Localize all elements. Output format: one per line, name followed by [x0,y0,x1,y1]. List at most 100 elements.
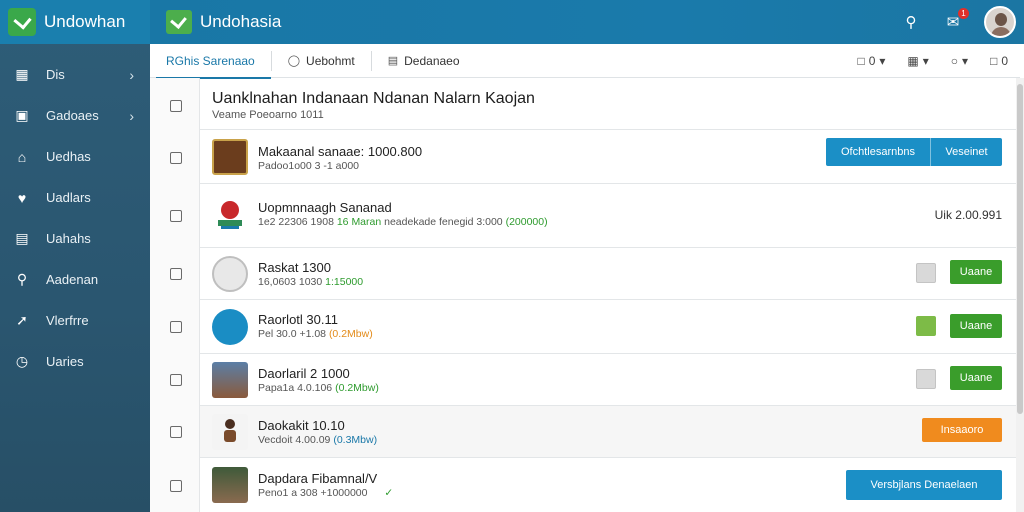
more-tool[interactable]: □ 0 [990,54,1008,68]
primary-action-button[interactable]: Ofchtlesarnbns [826,138,930,166]
clock-icon: ◷ [15,353,29,369]
status-checkbox[interactable] [916,369,936,389]
list-item[interactable]: Uopmnnaagh Sananad 1e2 22306 1908 16 Mar… [170,184,1016,248]
action-button[interactable]: Insaaoro [922,418,1002,442]
item-meta-2: neadekade fenegid 3:000 [384,216,503,228]
sidebar-item-aadenan[interactable]: ⚲ Aadenan [0,259,150,300]
item-tag: (0.2Mbw) [328,328,373,340]
app-logo-icon [8,8,36,36]
check-icon: ✓ [384,487,394,499]
item-thumbnail [212,467,248,503]
tab-label: Dedanaeo [404,53,460,68]
row-checkbox[interactable] [170,268,182,280]
row-gutter [150,78,200,512]
comment-icon: ○ [950,54,959,68]
layout-dropdown[interactable]: ▦ ▾ [907,54,928,68]
item-meta: 1e2 22306 1908 [258,216,334,228]
grid-icon: ▦ [907,54,919,68]
item-thumbnail [212,256,248,292]
sidebar-item-label: Uahahs [46,231,91,246]
sidebar-item-vlerfrre[interactable]: ➚ Vlerfrre [0,300,150,341]
comments-dropdown[interactable]: ○ ▾ [951,54,968,68]
item-subtitle: Pel 30.0 +1.08 (0.2Mbw) [258,328,373,340]
item-price: Uik 2.00.991 [934,208,1002,222]
user-search-icon[interactable]: ⚲ [900,11,922,33]
item-title: Daorlaril 2 1000 [258,366,350,381]
tab-dedanaeo[interactable]: ▤ Dedanaeo [372,44,476,78]
item-subtitle: Papa1a 4.0.106 (0.2Mbw) [258,382,379,394]
topbar-actions: ⚲ ✉ 1 [900,0,1024,44]
split-action: Ofchtlesarnbns Veseinet [826,138,1002,166]
list-item[interactable]: Raorlotl 30.11 Pel 30.0 +1.08 (0.2Mbw) U… [170,300,1016,354]
action-button[interactable]: Uaane [950,260,1002,284]
row-checkbox[interactable] [170,480,182,492]
row-checkbox[interactable] [170,426,182,438]
list-item[interactable]: Dapdara Fibamnal/V Peno1 a 308 +1000000 … [170,458,1016,512]
app-logo-icon[interactable] [166,10,192,34]
sidebar-item-uaries[interactable]: ◷ Uaries [0,341,150,382]
emblem-icon [218,201,242,229]
chevron-down-icon: ▾ [879,54,886,68]
chevron-down-icon: ▾ [962,54,969,68]
sidebar-item-label: Uedhas [46,149,91,164]
tool-value: 0 [868,54,876,68]
app-title: Undohasia [200,12,282,31]
list-item[interactable]: Daorlaril 2 1000 Papa1a 4.0.106 (0.2Mbw)… [170,354,1016,406]
list-item[interactable]: Makaanal sanaae: 1000.800 Padoo1o00 3 -1… [170,130,1016,184]
item-meta: 16,0603 1030 [258,276,323,288]
chevron-right-icon: › [129,107,134,124]
sidebar-item-uadlars[interactable]: ♥ Uadlars [0,177,150,218]
tab-overview[interactable]: RGhis Sarenaao [150,44,271,79]
scrollbar[interactable] [1016,78,1024,512]
search-icon: ⚲ [16,271,28,287]
item-tag-2: (200000) [505,216,548,228]
sidebar-item-uahahs[interactable]: ▤ Uahahs [0,218,150,259]
item-tag: 1:15000 [325,276,364,288]
item-title: Daokakit 10.10 [258,418,345,433]
chevron-down-icon: ▾ [922,54,929,68]
row-checkbox[interactable] [170,210,182,222]
action-button[interactable]: Uaane [950,314,1002,338]
item-tag: 16 Maran [336,216,382,228]
row-checkbox[interactable] [170,374,182,386]
status-checkbox[interactable] [916,263,936,283]
row-checkbox[interactable] [170,152,182,164]
list-item[interactable]: Raskat 1300 16,0603 1030 1:15000 Uaane [170,248,1016,300]
item-meta: Papa1a 4.0.106 [258,382,333,394]
action-button[interactable]: Versbjlans Denaelaen [846,470,1002,500]
sidebar-item-label: Uadlars [46,190,91,205]
bag-icon: ▣ [15,107,29,123]
sidebar-item-label: Dis [46,67,65,82]
tab-uebohmt[interactable]: ◯ Uebohmt [272,44,371,78]
brand-name: Undowhan [44,12,126,31]
sidebar-item-dis[interactable]: ▦ Dis › [0,54,150,95]
sidebar-brand[interactable]: Undowhan [0,0,150,44]
sidebar-item-label: Aadenan [46,272,99,287]
sidebar-item-label: Gadoaes [46,108,99,123]
item-subtitle: Peno1 a 308 +1000000 ✓ [258,487,393,499]
share-icon: □ [990,54,998,68]
sidebar-item-gadoaes[interactable]: ▣ Gadoaes › [0,95,150,136]
sidebar-item-uedhas[interactable]: ⌂ Uedhas [0,136,150,177]
status-checkbox[interactable] [916,316,936,336]
tag-icon: ▤ [387,55,399,67]
sidebar-item-label: Vlerfrre [46,313,89,328]
list-item[interactable]: Daokakit 10.10 Vecdoit 4.00.09 (0.3Mbw) … [170,406,1016,458]
notifications-icon[interactable]: ✉ 1 [942,8,969,33]
secondary-action-button[interactable]: Veseinet [931,138,1002,166]
action-button[interactable]: Uaane [950,366,1002,390]
dashboard-icon: ▦ [15,66,29,82]
item-subtitle: 1e2 22306 1908 16 Maran neadekade fenegi… [258,216,548,228]
item-thumbnail [212,309,248,345]
item-tag: (0.3Mbw) [333,434,378,446]
row-checkbox[interactable] [170,321,182,333]
notification-badge: 1 [958,8,969,19]
view-tools: □ 0 ▾ ▦ ▾ ○ ▾ □ 0 [857,44,1008,78]
item-thumbnail [212,414,248,450]
row-checkbox[interactable] [170,100,182,112]
scrollbar-thumb[interactable] [1017,84,1023,414]
pin-icon: ➚ [16,312,28,328]
item-thumbnail [212,196,248,232]
filter-dropdown[interactable]: □ 0 ▾ [857,54,885,68]
avatar[interactable] [984,6,1016,38]
